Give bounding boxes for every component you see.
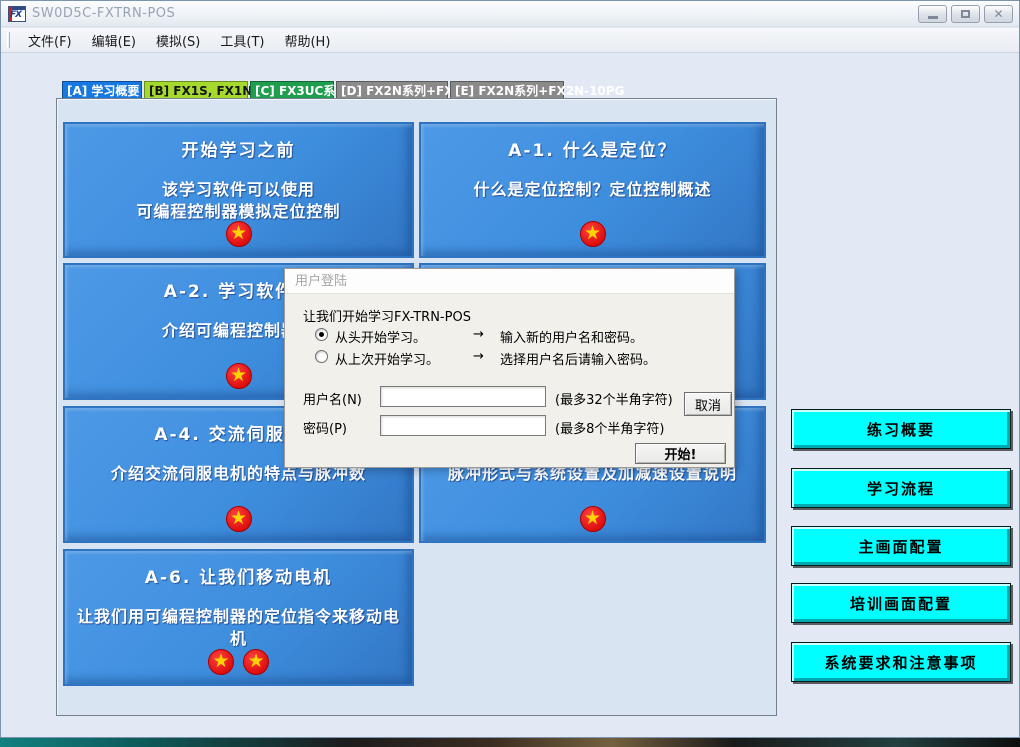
side-button-learning-flow[interactable]: 学习流程	[791, 468, 1011, 508]
dialog-intro: 让我们开始学习FX-TRN-POS	[303, 306, 471, 325]
star-icon	[226, 221, 252, 247]
tab-c-fx3uc[interactable]: [C] FX3UC系列	[250, 81, 334, 99]
dialog-title: 用户登陆	[285, 269, 734, 294]
username-input[interactable]	[380, 386, 546, 407]
start-button[interactable]: 开始!	[635, 443, 726, 464]
star-icon	[580, 506, 606, 532]
star-icon	[226, 506, 252, 532]
side-button-exercise-overview[interactable]: 练习概要	[791, 409, 1011, 449]
window-title: SW0D5C-FXTRN-POS	[32, 6, 175, 21]
tab-e-fx2n-10pg[interactable]: [E] FX2N系列+FX2N-10PG	[450, 81, 564, 99]
tile-body: 什么是定位控制？定位控制概述	[427, 179, 758, 201]
tab-a-overview[interactable]: [A] 学习概要	[62, 81, 142, 99]
minimize-button[interactable]	[918, 5, 947, 23]
app-window: SW0D5C-FXTRN-POS ✕ 文件(F) 编辑(E) 模拟(S) 工具(…	[0, 0, 1020, 738]
tile-title: 开始学习之前	[65, 136, 412, 161]
fx-app-icon	[8, 6, 26, 22]
side-button-system-requirements[interactable]: 系统要求和注意事项	[791, 642, 1011, 682]
menu-edit[interactable]: 编辑(E)	[82, 28, 146, 53]
desktop-wallpaper-strip	[0, 738, 1020, 747]
radio-label-start-from-beginning: 从头开始学习。	[335, 327, 426, 346]
tile-a6-move-motor[interactable]: A-6. 让我们移动电机 让我们用可编程控制器的定位指令来移动电机	[63, 549, 414, 686]
menu-help[interactable]: 帮助(H)	[274, 28, 340, 53]
radio-label-continue-from-last: 从上次开始学习。	[335, 349, 439, 368]
star-icon	[580, 221, 606, 247]
close-button[interactable]: ✕	[984, 5, 1013, 23]
restore-button[interactable]	[951, 5, 980, 23]
title-bar: SW0D5C-FXTRN-POS ✕	[1, 1, 1019, 27]
menu-grip	[7, 32, 10, 48]
minimize-icon	[928, 16, 938, 19]
arrow-icon: →	[473, 327, 484, 342]
radio-description: 输入新的用户名和密码。	[500, 327, 643, 346]
username-label: 用户名(N)	[303, 389, 362, 408]
cancel-button[interactable]: 取消	[684, 392, 732, 416]
star-icon	[208, 649, 234, 675]
radio-continue-from-last[interactable]	[315, 350, 328, 363]
menu-bar: 文件(F) 编辑(E) 模拟(S) 工具(T) 帮助(H)	[1, 28, 1019, 53]
radio-description: 选择用户名后请输入密码。	[500, 349, 656, 368]
tile-before-learning[interactable]: 开始学习之前 该学习软件可以使用 可编程控制器模拟定位控制	[63, 122, 414, 258]
tab-b-fx1s-fx1n[interactable]: [B] FX1S, FX1N系列	[144, 81, 248, 99]
tile-body: 该学习软件可以使用 可编程控制器模拟定位控制	[71, 179, 406, 222]
close-icon: ✕	[993, 8, 1003, 20]
side-button-training-screen-layout[interactable]: 培训画面配置	[791, 583, 1011, 623]
tile-body: 让我们用可编程控制器的定位指令来移动电机	[71, 606, 406, 649]
tile-a1-what-is-positioning[interactable]: A-1. 什么是定位？ 什么是定位控制？定位控制概述	[419, 122, 766, 258]
radio-start-from-beginning[interactable]	[315, 328, 328, 341]
password-label: 密码(P)	[303, 418, 347, 437]
star-icon	[226, 363, 252, 389]
password-input[interactable]	[380, 415, 546, 436]
side-button-main-screen-layout[interactable]: 主画面配置	[791, 526, 1011, 566]
menu-simulate[interactable]: 模拟(S)	[146, 28, 210, 53]
screen: SW0D5C-FXTRN-POS ✕ 文件(F) 编辑(E) 模拟(S) 工具(…	[0, 0, 1020, 747]
star-icon	[243, 649, 269, 675]
restore-icon	[961, 10, 970, 18]
menu-file[interactable]: 文件(F)	[18, 28, 82, 53]
username-note: (最多32个半角字符)	[555, 389, 673, 408]
user-login-dialog: 用户登陆 让我们开始学习FX-TRN-POS 从头开始学习。 → 输入新的用户名…	[284, 268, 735, 468]
tile-title: A-1. 什么是定位？	[421, 136, 764, 161]
menu-tools[interactable]: 工具(T)	[210, 28, 274, 53]
password-note: (最多8个半角字符)	[555, 418, 664, 437]
arrow-icon: →	[473, 349, 484, 364]
tile-title: A-6. 让我们移动电机	[65, 563, 412, 588]
tab-d-fx2n-1pg[interactable]: [D] FX2N系列+FX2N-1PG	[336, 81, 448, 99]
